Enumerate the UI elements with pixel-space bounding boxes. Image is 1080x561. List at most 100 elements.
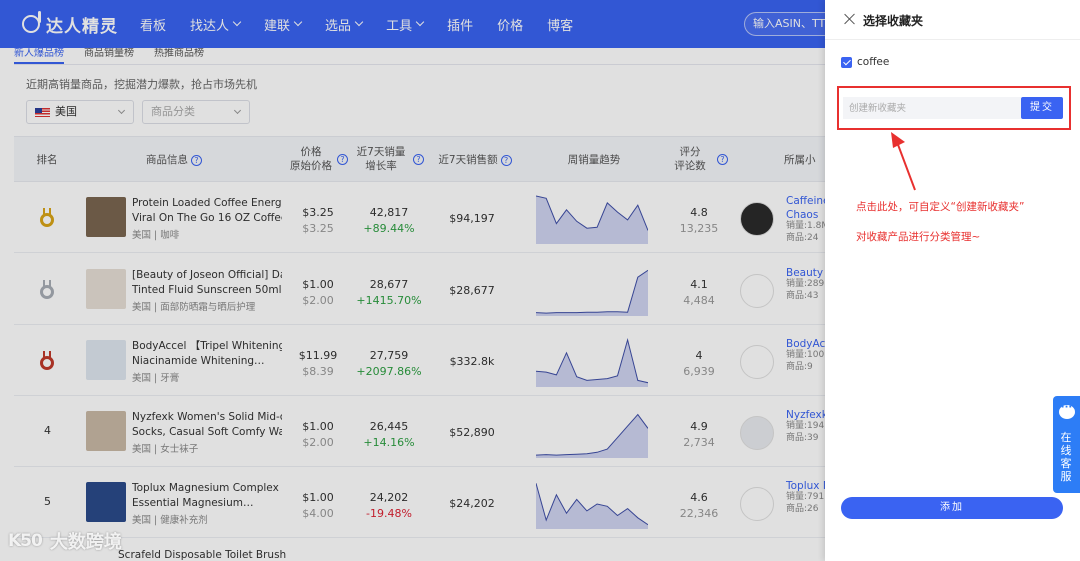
chevron-down-icon <box>293 17 303 27</box>
close-icon[interactable] <box>844 13 856 25</box>
rating-cell: 4.9 2,734 <box>669 419 729 451</box>
product-name[interactable]: BodyAccel 【Tripel Whitening】 Niacinamide… <box>132 339 282 369</box>
shop-name-line-1: Caffeine, <box>786 195 825 207</box>
medal-icon <box>40 351 54 370</box>
country-select[interactable]: 美国 <box>26 100 134 124</box>
shop-sales: 销量:100.2 <box>786 350 825 360</box>
price-cell: $11.99 $8.39 <box>294 348 342 380</box>
weekly-amount: $24,202 <box>449 497 495 510</box>
nav-item-3[interactable]: 选品 <box>325 15 364 34</box>
nav-item-4[interactable]: 工具 <box>386 15 425 34</box>
sales-trend-sparkline <box>536 483 648 529</box>
original-price: $2.00 <box>302 436 334 449</box>
table-row[interactable]: 4 Nyzfexk Women's Solid Mid-calf Socks, … <box>14 396 825 467</box>
folder-label[interactable]: coffee <box>857 56 889 68</box>
table-header: 排名 商品信息? 价格 原始价格 ? 近7天销量 增长率 ? 近7天销售额? 周销量… <box>14 136 825 182</box>
submit-button[interactable]: 提交 <box>1021 97 1063 119</box>
table-row[interactable]: Protein Loaded Coffee Energy Viral On Th… <box>14 182 825 253</box>
product-thumbnail[interactable] <box>86 197 126 237</box>
th-sales-label: 近7天销量 <box>356 146 406 158</box>
shop-logo[interactable] <box>740 202 774 236</box>
help-icon[interactable]: ? <box>717 154 728 165</box>
shop-logo[interactable] <box>740 487 774 521</box>
rank-number: 4 <box>44 424 51 437</box>
shop-logo[interactable] <box>740 274 774 308</box>
nav-menu: 看板 找达人 建联 选品 工具 插件 价格 博客 <box>140 15 597 34</box>
product-category: 美国 | 面部防晒霜与晒后护理 <box>132 302 256 313</box>
help-icon[interactable]: ? <box>500 154 512 166</box>
chevron-down-icon <box>117 106 126 115</box>
sales-cell: 24,202 -19.48% <box>354 490 424 522</box>
shop-products: 商品:9 <box>786 362 813 372</box>
table-row[interactable]: [Beauty of Joseon Official] Daily Tinted… <box>14 254 825 325</box>
product-thumbnail[interactable] <box>86 482 126 522</box>
price-cell: $3.25 $3.25 <box>294 205 342 237</box>
product-name-line-2: Niacinamide Whitening… <box>132 355 265 367</box>
rating: 4.1 <box>690 278 708 291</box>
th-shop: 所属小 <box>784 154 816 166</box>
shop-meta: 销量:289.4 商品:43 <box>786 278 825 302</box>
shop-products: 商品:26 <box>786 504 819 514</box>
rating: 4.8 <box>690 206 708 219</box>
product-name[interactable]: Toplux Magnesium Complex 8 Essential Mag… <box>132 481 282 511</box>
trend-area <box>536 270 648 316</box>
nav-item-1[interactable]: 找达人 <box>190 15 242 34</box>
product-name-line-1: [Beauty of Joseon Official] Daily <box>132 269 282 281</box>
table-row[interactable]: 5 Toplux Magnesium Complex 8 Essential M… <box>14 467 825 538</box>
online-service-label: 在线客服 <box>1060 431 1072 483</box>
product-name[interactable]: Protein Loaded Coffee Energy Viral On Th… <box>132 196 282 226</box>
category-select[interactable]: 商品分类 <box>142 100 250 124</box>
nav-item-6[interactable]: 价格 <box>497 15 523 34</box>
product-thumbnail[interactable] <box>86 340 126 380</box>
th-amount-label: 近7天销售额 <box>438 154 498 166</box>
add-button[interactable]: 添加 <box>841 497 1063 519</box>
review-count: 22,346 <box>679 507 719 520</box>
shop-meta: 销量:100.2 商品:9 <box>786 349 825 373</box>
shop-logo[interactable] <box>740 345 774 379</box>
sales-cell: 42,817 +89.44% <box>354 205 424 237</box>
online-service-button[interactable]: 在线客服 <box>1053 396 1080 493</box>
help-icon[interactable]: ? <box>191 154 202 166</box>
folder-checkbox[interactable] <box>841 57 852 68</box>
annotation-text-1: 点击此处，可自定义“创建新收藏夹” <box>856 201 1025 213</box>
table-row[interactable]: BodyAccel 【Tripel Whitening】 Niacinamide… <box>14 325 825 396</box>
sales-trend-sparkline <box>536 269 648 316</box>
th-price-label: 价格 <box>300 146 322 158</box>
watermark: K50 大数跨境 <box>8 528 122 554</box>
medal-icon <box>40 208 54 227</box>
nav-item-label: 博客 <box>547 18 574 34</box>
sales-cell: 26,445 +14.16% <box>354 419 424 451</box>
nav-item-label: 选品 <box>325 18 352 34</box>
nav-item-0[interactable]: 看板 <box>140 15 166 34</box>
growth-rate: +1415.70% <box>356 294 422 307</box>
product-category: 美国 | 女士袜子 <box>132 444 199 455</box>
rating-cell: 4.8 13,235 <box>669 205 729 237</box>
shop-logo[interactable] <box>740 416 774 450</box>
subtab-new-hot[interactable]: 新人爆品榜 <box>14 48 64 64</box>
shop-name[interactable]: Caffeine, Chaos <box>786 194 825 222</box>
logo[interactable]: 达人精灵 <box>22 11 118 37</box>
subtab-sales[interactable]: 商品销量榜 <box>84 48 134 64</box>
subtab-hot-promo[interactable]: 热推商品榜 <box>154 48 204 64</box>
product-thumbnail[interactable] <box>86 411 126 451</box>
help-icon[interactable]: ? <box>337 154 348 165</box>
shop-products: 商品:39 <box>786 433 819 443</box>
nav-item-5[interactable]: 插件 <box>447 15 473 34</box>
rating-cell: 4 6,939 <box>669 348 729 380</box>
help-icon[interactable]: ? <box>413 154 424 165</box>
nav-item-7[interactable]: 博客 <box>547 15 573 34</box>
growth-rate: -19.48% <box>366 507 412 520</box>
shop-meta: 销量:1.8M 商品:24 <box>786 220 825 244</box>
annotation-arrow-icon <box>891 132 916 191</box>
product-name[interactable]: [Beauty of Joseon Official] Daily Tinted… <box>132 268 282 298</box>
original-price: $2.00 <box>302 294 334 307</box>
growth-rate: +2097.86% <box>356 365 422 378</box>
new-folder-input[interactable] <box>843 97 1021 119</box>
product-name[interactable]: Nyzfexk Women's Solid Mid-calf Socks, Ca… <box>132 410 282 440</box>
product-thumbnail[interactable] <box>86 269 126 309</box>
original-price: $4.00 <box>302 507 334 520</box>
watermark-text: 大数跨境 <box>49 532 122 553</box>
price-cell: $1.00 $2.00 <box>294 277 342 309</box>
nav-item-2[interactable]: 建联 <box>264 15 303 34</box>
shop-meta: 销量:194.5 商品:39 <box>786 420 825 444</box>
